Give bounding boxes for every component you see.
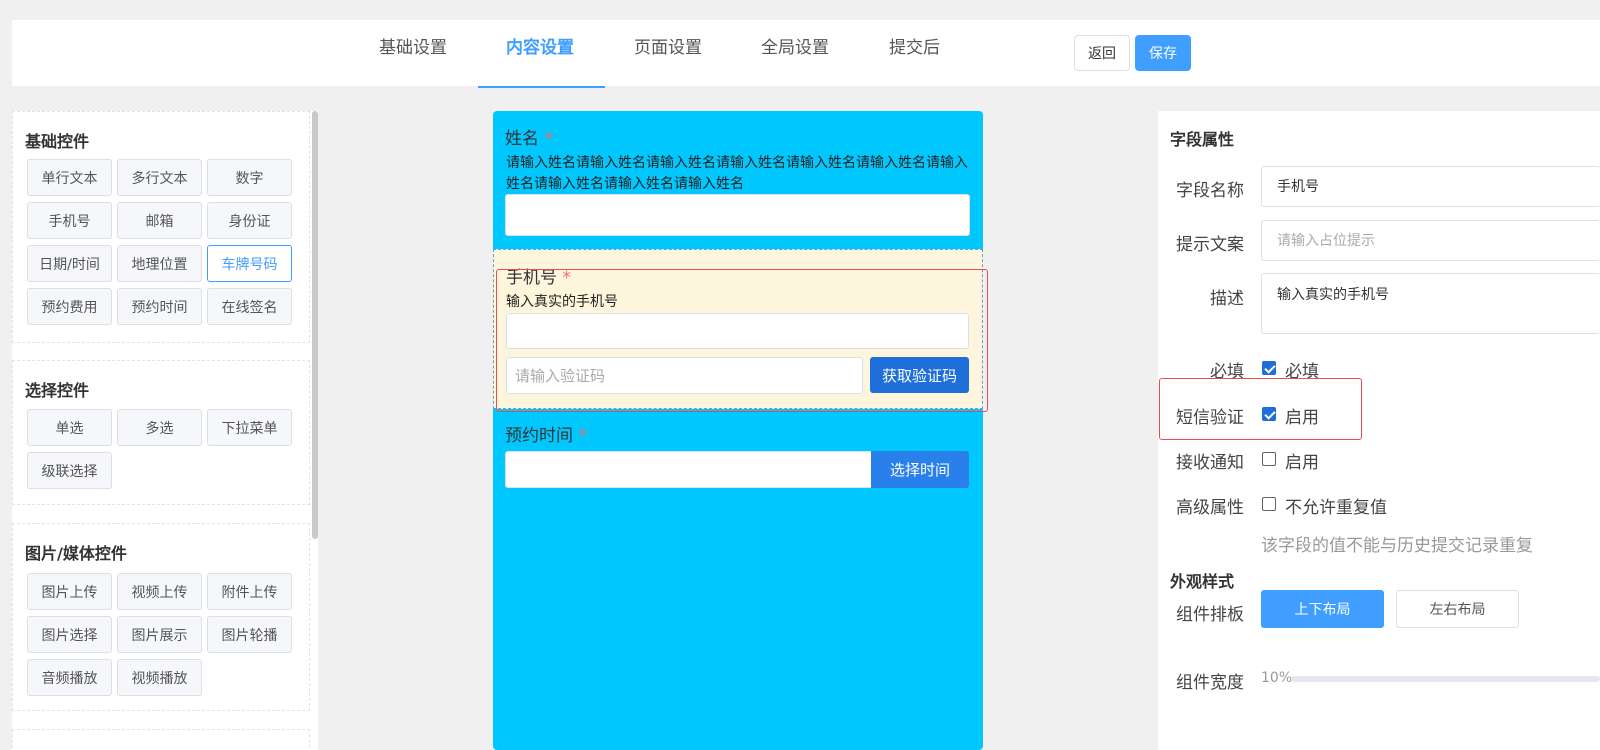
no-duplicate-checkbox-text: 不允许重复值 — [1285, 498, 1387, 518]
control-cascader[interactable]: 级联选择 — [27, 452, 112, 489]
control-datetime[interactable]: 日期/时间 — [27, 245, 112, 282]
top-tab-bar: 基础设置 内容设置 页面设置 全局设置 提交后 返回 保存 — [12, 20, 1600, 88]
name-field-label: 姓名 * — [505, 129, 553, 149]
name-input[interactable] — [505, 194, 970, 236]
advanced-properties-label: 高级属性 — [1176, 498, 1244, 518]
control-image-display[interactable]: 图片展示 — [117, 616, 202, 653]
tab-after-submit[interactable]: 提交后 — [889, 20, 940, 86]
control-multi-line-text[interactable]: 多行文本 — [117, 159, 202, 196]
save-button[interactable]: 保存 — [1135, 35, 1191, 71]
control-id-card[interactable]: 身份证 — [207, 202, 292, 239]
control-image-upload[interactable]: 图片上传 — [27, 573, 112, 610]
description-textarea[interactable]: 输入真实的手机号 — [1261, 273, 1600, 334]
control-email[interactable]: 邮箱 — [117, 202, 202, 239]
control-license-plate[interactable]: 车牌号码 — [207, 245, 292, 282]
control-booking-fee[interactable]: 预约费用 — [27, 288, 112, 325]
media-controls-title: 图片/媒体控件 — [25, 544, 127, 563]
control-checkbox[interactable]: 多选 — [117, 409, 202, 446]
layout-horizontal-button[interactable]: 左右布局 — [1396, 590, 1519, 628]
field-name-label: 字段名称 — [1176, 181, 1244, 201]
control-image-select[interactable]: 图片选择 — [27, 616, 112, 653]
control-number[interactable]: 数字 — [207, 159, 292, 196]
more-controls-group — [12, 729, 310, 750]
control-single-line-text[interactable]: 单行文本 — [27, 159, 112, 196]
hint-text-label: 提示文案 — [1176, 235, 1244, 255]
sms-verification-highlight-box — [1159, 378, 1362, 440]
field-properties-title: 字段属性 — [1170, 130, 1235, 149]
required-checkbox[interactable] — [1262, 361, 1276, 375]
no-duplicate-checkbox[interactable] — [1262, 497, 1276, 511]
control-audio-player[interactable]: 音频播放 — [27, 659, 112, 696]
control-location[interactable]: 地理位置 — [117, 245, 202, 282]
control-phone[interactable]: 手机号 — [27, 202, 112, 239]
booking-time-field-label: 预约时间 * — [505, 426, 587, 446]
active-tab-indicator — [478, 86, 605, 88]
choice-controls-title: 选择控件 — [25, 381, 90, 400]
control-dropdown[interactable]: 下拉菜单 — [207, 409, 292, 446]
appearance-title: 外观样式 — [1170, 572, 1235, 591]
tab-page-settings[interactable]: 页面设置 — [634, 20, 702, 86]
receive-notification-checkbox-text: 启用 — [1285, 453, 1319, 473]
no-duplicate-hint: 该字段的值不能与历史提交记录重复 — [1261, 536, 1533, 556]
tab-global-settings[interactable]: 全局设置 — [761, 20, 829, 86]
component-width-label: 组件宽度 — [1176, 673, 1244, 693]
left-panel-scrollbar[interactable] — [312, 111, 318, 539]
receive-notification-label: 接收通知 — [1176, 453, 1244, 473]
field-name-input[interactable]: 手机号 — [1261, 166, 1600, 207]
booking-time-input[interactable] — [505, 451, 872, 488]
basic-controls-title: 基础控件 — [25, 132, 90, 151]
layout-vertical-button[interactable]: 上下布局 — [1261, 590, 1384, 628]
control-video-upload[interactable]: 视频上传 — [117, 573, 202, 610]
control-attachment-upload[interactable]: 附件上传 — [207, 573, 292, 610]
back-button[interactable]: 返回 — [1074, 35, 1130, 71]
phone-field-highlight-box — [496, 269, 988, 412]
control-radio[interactable]: 单选 — [27, 409, 112, 446]
hint-text-input[interactable]: 请输入占位提示 — [1261, 220, 1600, 261]
control-online-signature[interactable]: 在线签名 — [207, 288, 292, 325]
receive-notification-checkbox[interactable] — [1262, 452, 1276, 466]
layout-label: 组件排板 — [1176, 605, 1244, 625]
tab-basic-settings[interactable]: 基础设置 — [379, 20, 447, 86]
component-width-value: 10% — [1261, 670, 1293, 686]
control-image-carousel[interactable]: 图片轮播 — [207, 616, 292, 653]
control-booking-time[interactable]: 预约时间 — [117, 288, 202, 325]
tab-content-settings[interactable]: 内容设置 — [506, 20, 574, 86]
description-label: 描述 — [1210, 289, 1244, 309]
select-time-button[interactable]: 选择时间 — [871, 451, 969, 488]
component-width-slider[interactable] — [1291, 676, 1600, 682]
name-field-description: 请输入姓名请输入姓名请输入姓名请输入姓名请输入姓名请输入姓名请输入姓名请输入姓名… — [506, 155, 968, 192]
control-video-player[interactable]: 视频播放 — [117, 659, 202, 696]
